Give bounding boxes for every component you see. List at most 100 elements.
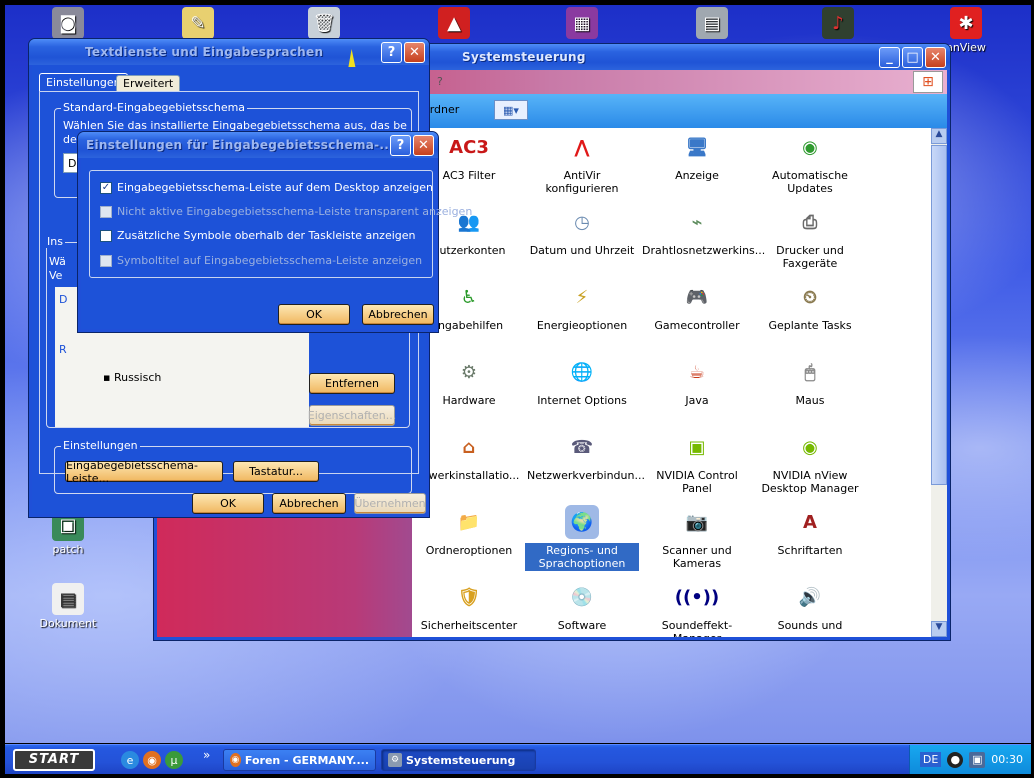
- control-panel-item[interactable]: 🌐 Internet Options: [525, 355, 639, 408]
- control-panel-item[interactable]: ◉ Automatische Updates: [753, 130, 867, 196]
- option-show-langbar-on-desktop[interactable]: ✓ Eingabegebietsschema-Leiste auf dem Des…: [100, 181, 433, 194]
- tab-erweitert[interactable]: Erweitert: [116, 75, 181, 91]
- scroll-up-button[interactable]: ▲: [931, 128, 947, 144]
- cancel-button[interactable]: Abbrechen: [362, 304, 434, 325]
- help-button[interactable]: ?: [390, 134, 411, 156]
- control-panel-item[interactable]: 📷 Scanner und Kameras: [640, 505, 754, 571]
- control-panel-item[interactable]: ⏲ Geplante Tasks: [753, 280, 867, 333]
- control-panel-item[interactable]: 🖥 Anzeige: [640, 130, 754, 183]
- taskbar-task-firefox[interactable]: ◉ Foren - GERMANY....: [223, 749, 376, 771]
- control-panel-item-icon: ⌁: [691, 211, 703, 233]
- control-panel-item-label: Energieoptionen: [536, 319, 628, 332]
- properties-button[interactable]: Eigenschaften...: [308, 405, 396, 426]
- remove-button[interactable]: Entfernen: [309, 373, 395, 394]
- control-panel-item[interactable]: ⎙ Drucker und Faxgeräte: [753, 205, 867, 271]
- option-text-labels[interactable]: Symboltitel auf Eingabegebietsschema-Lei…: [100, 254, 422, 267]
- control-panel-item[interactable]: ⚡ Energieoptionen: [525, 280, 639, 333]
- control-panel-item-label: Netzwerkverbindun...: [527, 469, 645, 482]
- text-services-titlebar[interactable]: Textdienste und Eingabesprachen ? ✕: [29, 39, 429, 65]
- control-panel-item[interactable]: ☎ Netzwerkverbindun...: [525, 430, 645, 483]
- network-icon[interactable]: ▣: [969, 751, 986, 768]
- ie-icon[interactable]: e: [121, 751, 139, 769]
- checkbox[interactable]: [100, 254, 112, 267]
- control-panel-item-icon: A: [803, 511, 817, 533]
- language-bar-settings-dialog: Einstellungen für Eingabegebietsschema-.…: [77, 131, 472, 333]
- list-item[interactable]: R: [59, 343, 67, 356]
- acrobat-icon: ▲: [438, 7, 470, 39]
- ok-button[interactable]: OK: [278, 304, 350, 325]
- help-button[interactable]: ?: [381, 41, 402, 63]
- vertical-scrollbar[interactable]: ▲ ▼: [931, 128, 947, 637]
- tab-einstellungen[interactable]: Einstellungen: [39, 73, 128, 91]
- option-transparent-inactive[interactable]: Nicht aktive Eingabegebietsschema-Leiste…: [100, 205, 472, 218]
- language-bar-dialog-body: ✓ Eingabegebietsschema-Leiste auf dem Des…: [81, 158, 472, 329]
- close-button[interactable]: ✕: [404, 41, 425, 63]
- desktop-icon-camera[interactable]: ◙: [31, 7, 105, 41]
- control-panel-item[interactable]: A Schriftarten: [753, 505, 867, 558]
- scroll-thumb[interactable]: [931, 145, 947, 485]
- list-item[interactable]: D: [59, 293, 67, 306]
- control-panel-item-label: Internet Options: [537, 394, 627, 407]
- control-panel-item[interactable]: 🎮 Gamecontroller: [640, 280, 754, 333]
- control-panel-item-label: AC3 Filter: [442, 169, 496, 182]
- scroll-down-button[interactable]: ▼: [931, 621, 947, 637]
- control-panel-item-icon: ⏲: [802, 286, 818, 308]
- desktop-icon-recycle-bin[interactable]: 🗑: [287, 7, 361, 41]
- control-panel-item-icon: ▣: [688, 436, 706, 458]
- document-icon: ▤: [52, 583, 84, 615]
- desktop-icon-scanner[interactable]: ▤: [675, 7, 749, 41]
- control-panel-item-label: Drahtlosnetzwerkins...: [642, 244, 766, 257]
- camera-icon: ◙: [52, 7, 84, 39]
- language-bar-dialog-titlebar[interactable]: Einstellungen für Eingabegebietsschema-.…: [78, 132, 438, 158]
- control-panel-item-label: tzwerkinstallatio...: [418, 469, 520, 482]
- ok-button[interactable]: OK: [192, 493, 264, 514]
- webcam-icon[interactable]: ●: [947, 751, 964, 768]
- desktop-icon-music[interactable]: ♪: [801, 7, 875, 41]
- control-panel-item[interactable]: ☕ Java: [640, 355, 754, 408]
- close-button[interactable]: ✕: [925, 46, 946, 68]
- control-panel-item-icon: 🎮: [685, 286, 709, 308]
- menu-help[interactable]: ?: [437, 75, 443, 88]
- option-extra-icons-taskbar[interactable]: Zusätzliche Symbole oberhalb der Tasklei…: [100, 229, 416, 242]
- minimize-button[interactable]: _: [879, 46, 900, 68]
- desktop-icon-winrar[interactable]: ▦: [545, 7, 619, 41]
- start-button[interactable]: START: [13, 748, 95, 771]
- desktop-icon-dokument[interactable]: ▤ Dokument: [31, 583, 105, 630]
- control-panel-item[interactable]: 🖱 Maus: [753, 355, 867, 408]
- quicklaunch-chevron[interactable]: »: [203, 748, 210, 762]
- close-button[interactable]: ✕: [413, 134, 434, 156]
- utorrent-icon[interactable]: µ: [165, 751, 183, 769]
- control-panel-item[interactable]: ◷ Datum und Uhrzeit: [525, 205, 639, 258]
- clock[interactable]: 00:30: [991, 753, 1023, 766]
- control-panel-item[interactable]: 🛡 Sicherheitscenter: [412, 580, 526, 633]
- control-panel-item[interactable]: ⌁ Drahtlosnetzwerkins...: [640, 205, 765, 258]
- firefox-icon[interactable]: ◉: [143, 751, 161, 769]
- keyboard-button[interactable]: Tastatur...: [233, 461, 319, 482]
- maximize-button[interactable]: □: [902, 46, 923, 68]
- control-panel-item[interactable]: ◉ NVIDIA nView Desktop Manager: [753, 430, 867, 496]
- control-panel-item[interactable]: ▣ NVIDIA Control Panel: [640, 430, 754, 496]
- control-panel-item[interactable]: ((•)) Soundeffekt-Manager: [640, 580, 754, 637]
- checkbox[interactable]: ✓: [100, 181, 112, 194]
- apply-button[interactable]: Übernehmen: [354, 493, 426, 514]
- system-tray: DE ● ▣ 00:30: [909, 745, 1031, 774]
- control-panel-item[interactable]: ⋀ AntiVir konfigurieren: [525, 130, 639, 196]
- desktop-icon-document-pen[interactable]: ✎: [161, 7, 235, 41]
- control-panel-item-icon: ⋀: [574, 136, 590, 158]
- language-bar-button[interactable]: Eingabegebietsschema-Leiste...: [65, 459, 223, 485]
- group-label: Einstellungen: [61, 439, 140, 452]
- checkbox[interactable]: [100, 205, 112, 218]
- desktop-icon-acrobat[interactable]: ▲: [417, 7, 491, 41]
- desktop: ◙ ✎ 🗑 ▲ ▦ ▤ ♪ ✱anView ash ▣patch ▤Dokume…: [5, 5, 1031, 743]
- views-button[interactable]: ▦▾: [494, 100, 528, 120]
- language-indicator[interactable]: DE: [919, 752, 942, 767]
- control-panel-item[interactable]: 💿 Software: [525, 580, 639, 633]
- cancel-button[interactable]: Abbrechen: [272, 493, 346, 514]
- control-panel-item[interactable]: 🔊 Sounds und: [753, 580, 867, 633]
- checkbox[interactable]: [100, 229, 112, 242]
- control-panel-item-icon: 🖥: [685, 136, 709, 158]
- list-item-russisch[interactable]: ▪ Russisch: [103, 371, 161, 384]
- window-title: Textdienste und Eingabesprachen: [85, 45, 324, 59]
- taskbar-task-control-panel[interactable]: ⚙ Systemsteuerung: [381, 749, 536, 771]
- control-panel-item[interactable]: 🌍 Regions- und Sprachoptionen: [525, 505, 639, 571]
